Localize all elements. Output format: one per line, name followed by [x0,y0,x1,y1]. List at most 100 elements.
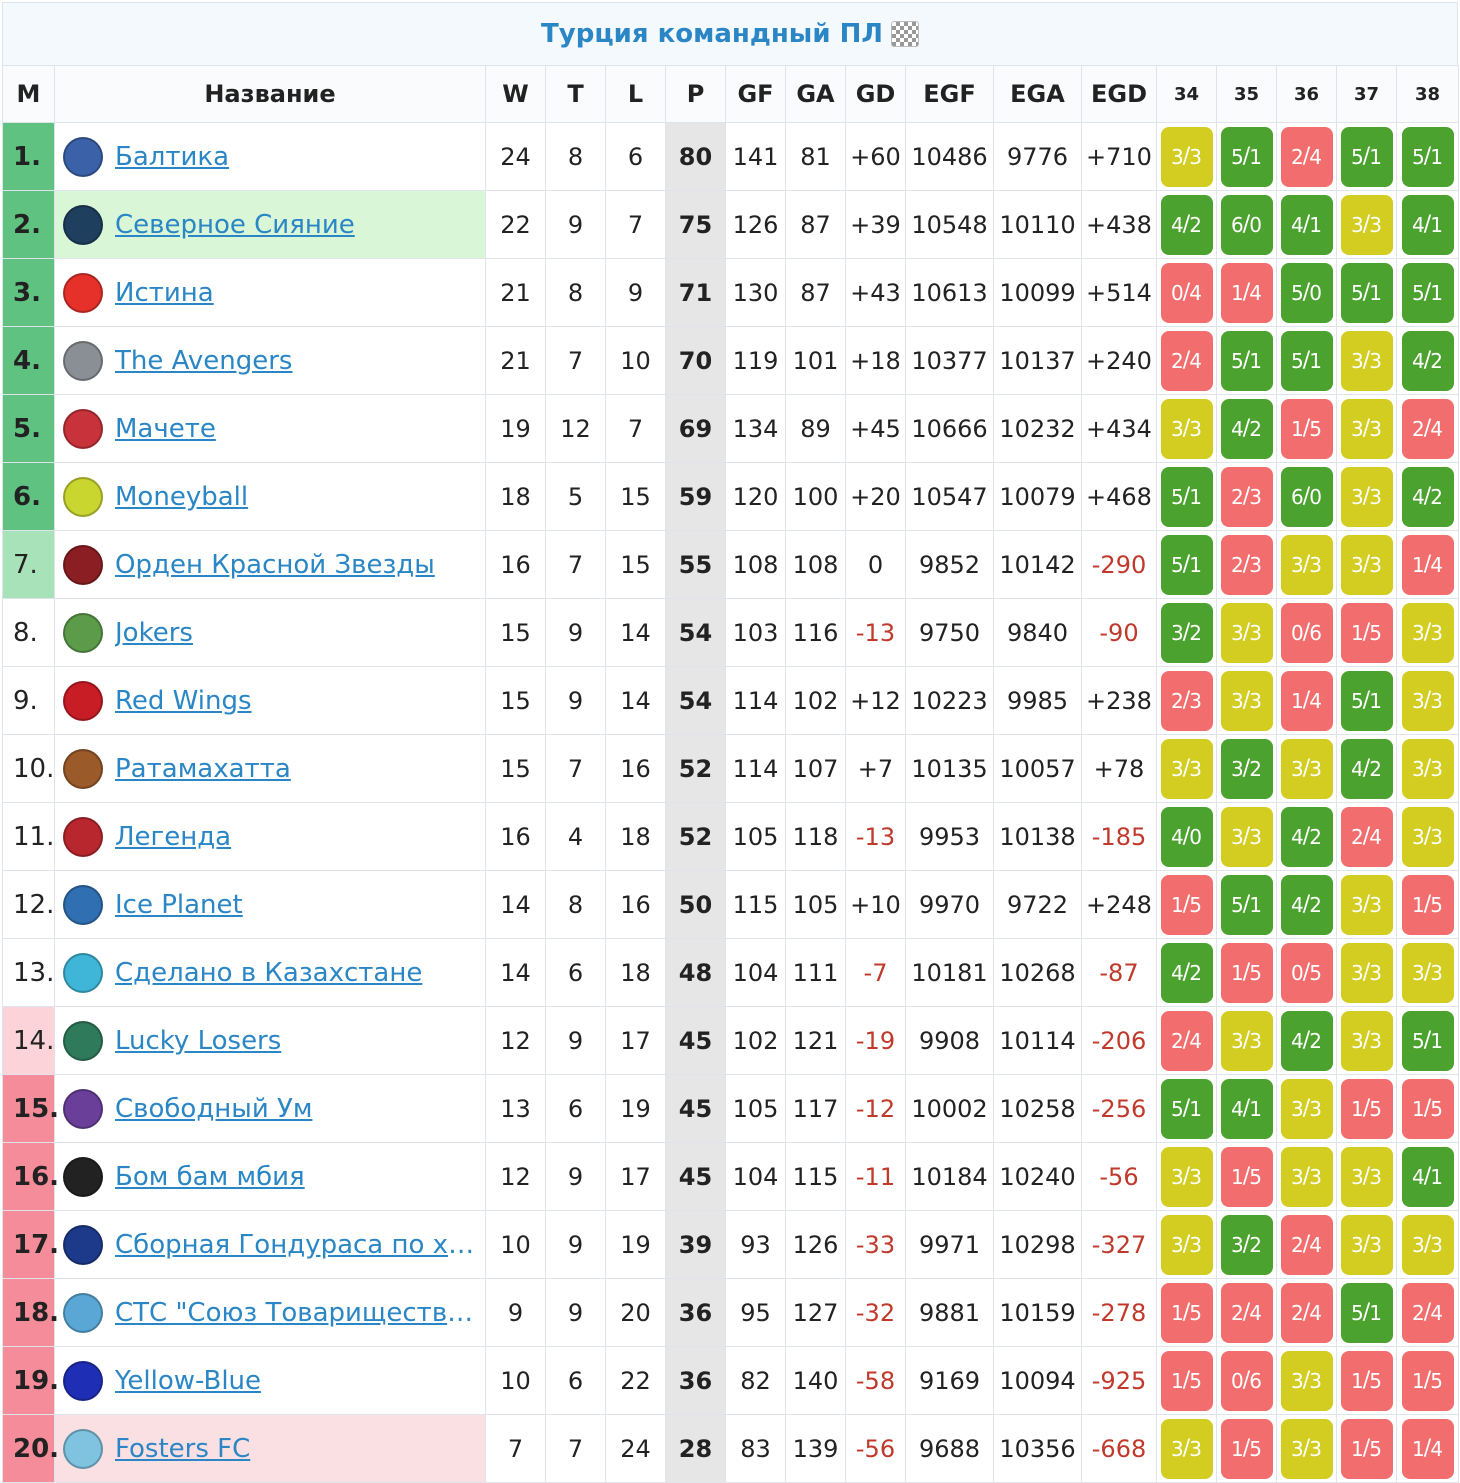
team-name-link[interactable]: Мачете [115,414,475,444]
match-result-badge[interactable]: 4/0 [1160,806,1213,867]
match-result-badge[interactable]: 5/1 [1220,874,1273,935]
match-result-badge[interactable]: 4/2 [1280,874,1333,935]
match-result-badge[interactable]: 3/2 [1220,1214,1273,1275]
team-name-link[interactable]: Северное Сияние [115,210,475,240]
match-result-badge[interactable]: 3/3 [1340,1010,1393,1071]
col-round-34[interactable]: 34 [1156,65,1217,123]
team-name-link[interactable]: Сделано в Казахстане [115,958,475,988]
match-result-badge[interactable]: 4/1 [1220,1078,1273,1139]
match-result-badge[interactable]: 5/0 [1280,262,1333,323]
match-result-badge[interactable]: 2/4 [1280,126,1333,187]
match-result-badge[interactable]: 0/6 [1280,602,1333,663]
col-round-35[interactable]: 35 [1216,65,1277,123]
match-result-badge[interactable]: 5/1 [1340,670,1393,731]
match-result-badge[interactable]: 3/3 [1280,1350,1333,1411]
match-result-badge[interactable]: 2/4 [1401,398,1454,459]
team-name-link[interactable]: Сборная Гондураса по хоккею [115,1230,475,1260]
match-result-badge[interactable]: 3/3 [1401,806,1454,867]
col-pos[interactable]: М [2,65,55,123]
col-round-38[interactable]: 38 [1396,65,1459,123]
match-result-badge[interactable]: 5/1 [1340,126,1393,187]
match-result-badge[interactable]: 3/3 [1280,1078,1333,1139]
match-result-badge[interactable]: 6/0 [1220,194,1273,255]
match-result-badge[interactable]: 5/1 [1280,330,1333,391]
match-result-badge[interactable]: 5/1 [1401,126,1454,187]
match-result-badge[interactable]: 1/5 [1220,1418,1273,1479]
match-result-badge[interactable]: 3/3 [1340,330,1393,391]
team-name-link[interactable]: Ice Planet [115,890,475,920]
match-result-badge[interactable]: 1/5 [1280,398,1333,459]
match-result-badge[interactable]: 3/3 [1340,1146,1393,1207]
match-result-badge[interactable]: 5/1 [1340,262,1393,323]
match-result-badge[interactable]: 1/5 [1220,942,1273,1003]
match-result-badge[interactable]: 2/4 [1160,1010,1213,1071]
match-result-badge[interactable]: 4/2 [1160,942,1213,1003]
match-result-badge[interactable]: 1/5 [1160,874,1213,935]
match-result-badge[interactable]: 3/3 [1220,1010,1273,1071]
match-result-badge[interactable]: 3/3 [1160,126,1213,187]
match-result-badge[interactable]: 3/3 [1401,602,1454,663]
match-result-badge[interactable]: 1/5 [1401,874,1454,935]
col-egd[interactable]: EGD [1081,65,1157,123]
match-result-badge[interactable]: 1/5 [1401,1078,1454,1139]
match-result-badge[interactable]: 6/0 [1280,466,1333,527]
match-result-badge[interactable]: 1/5 [1160,1282,1213,1343]
match-result-badge[interactable]: 4/1 [1401,194,1454,255]
match-result-badge[interactable]: 3/3 [1280,534,1333,595]
match-result-badge[interactable]: 3/3 [1340,1214,1393,1275]
team-name-link[interactable]: Moneyball [115,482,475,512]
match-result-badge[interactable]: 3/3 [1280,1418,1333,1479]
match-result-badge[interactable]: 2/4 [1280,1282,1333,1343]
team-name-link[interactable]: Балтика [115,142,475,172]
match-result-badge[interactable]: 3/3 [1401,1214,1454,1275]
col-ga[interactable]: GA [785,65,846,123]
match-result-badge[interactable]: 3/3 [1280,1146,1333,1207]
match-result-badge[interactable]: 3/3 [1160,1214,1213,1275]
match-result-badge[interactable]: 3/3 [1340,398,1393,459]
match-result-badge[interactable]: 2/3 [1220,534,1273,595]
match-result-badge[interactable]: 4/2 [1280,806,1333,867]
team-name-link[interactable]: Легенда [115,822,475,852]
match-result-badge[interactable]: 1/5 [1340,1350,1393,1411]
match-result-badge[interactable]: 5/1 [1401,262,1454,323]
match-result-badge[interactable]: 3/3 [1220,602,1273,663]
match-result-badge[interactable]: 3/3 [1401,738,1454,799]
league-title-link[interactable]: Турция командный ПЛ [541,19,883,49]
match-result-badge[interactable]: 1/5 [1340,1418,1393,1479]
col-gf[interactable]: GF [725,65,786,123]
match-result-badge[interactable]: 3/3 [1160,738,1213,799]
team-name-link[interactable]: Fosters FC [115,1434,475,1464]
match-result-badge[interactable]: 4/2 [1401,466,1454,527]
match-result-badge[interactable]: 3/3 [1401,942,1454,1003]
match-result-badge[interactable]: 1/5 [1340,602,1393,663]
team-name-link[interactable]: Jokers [115,618,475,648]
match-result-badge[interactable]: 3/3 [1160,1418,1213,1479]
col-name[interactable]: Название [54,65,486,123]
col-p[interactable]: P [665,65,726,123]
match-result-badge[interactable]: 2/3 [1160,670,1213,731]
match-result-badge[interactable]: 1/4 [1280,670,1333,731]
match-result-badge[interactable]: 3/2 [1160,602,1213,663]
team-name-link[interactable]: Свободный Ум [115,1094,475,1124]
match-result-badge[interactable]: 3/3 [1220,670,1273,731]
col-t[interactable]: T [545,65,606,123]
match-result-badge[interactable]: 0/6 [1220,1350,1273,1411]
match-result-badge[interactable]: 4/2 [1160,194,1213,255]
match-result-badge[interactable]: 3/3 [1160,398,1213,459]
team-name-link[interactable]: Yellow-Blue [115,1366,475,1396]
match-result-badge[interactable]: 4/1 [1280,194,1333,255]
match-result-badge[interactable]: 1/5 [1401,1350,1454,1411]
match-result-badge[interactable]: 4/2 [1401,330,1454,391]
match-result-badge[interactable]: 3/3 [1340,194,1393,255]
match-result-badge[interactable]: 1/4 [1220,262,1273,323]
match-result-badge[interactable]: 3/3 [1340,534,1393,595]
col-egf[interactable]: EGF [905,65,994,123]
match-result-badge[interactable]: 3/3 [1340,874,1393,935]
match-result-badge[interactable]: 2/4 [1160,330,1213,391]
match-result-badge[interactable]: 5/1 [1220,126,1273,187]
match-result-badge[interactable]: 2/4 [1401,1282,1454,1343]
match-result-badge[interactable]: 3/3 [1340,942,1393,1003]
match-result-badge[interactable]: 3/2 [1220,738,1273,799]
match-result-badge[interactable]: 4/2 [1220,398,1273,459]
col-ega[interactable]: EGA [993,65,1082,123]
